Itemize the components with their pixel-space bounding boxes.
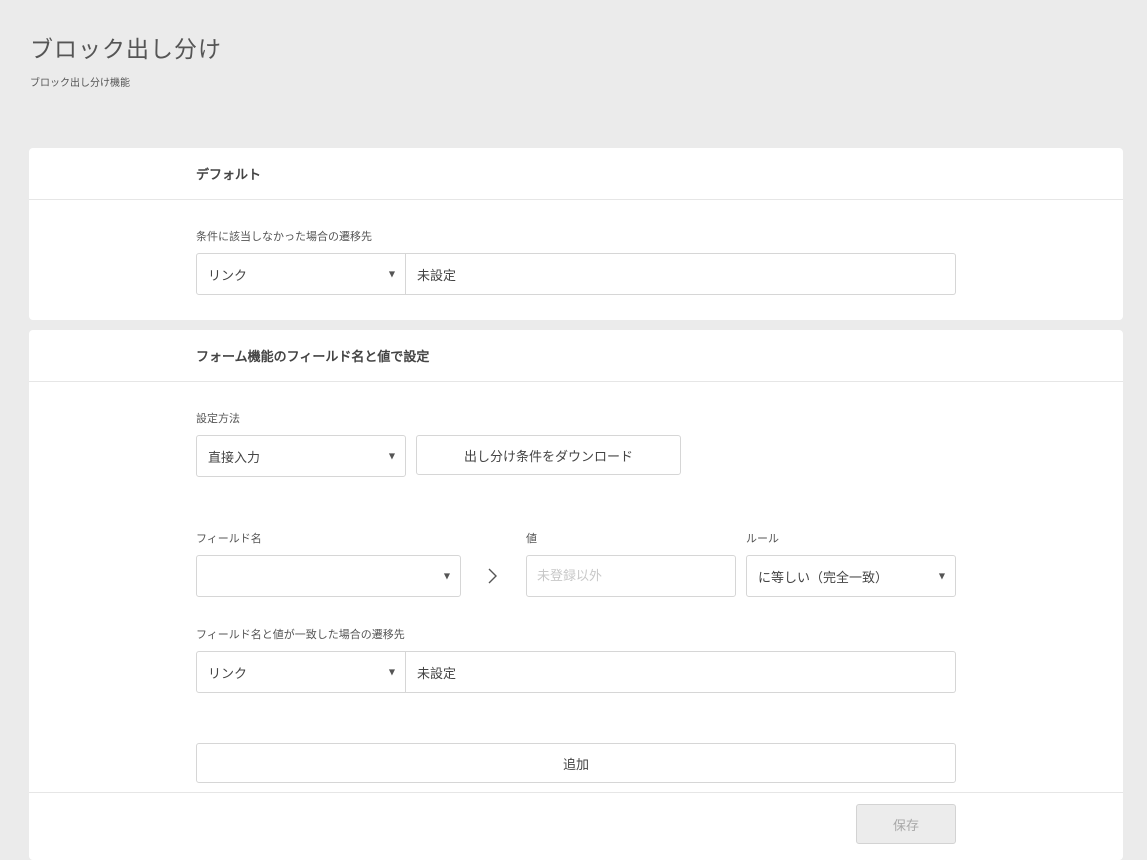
method-select[interactable]: 直接入力 ▼ [196,435,406,477]
default-link-value: 未設定 [417,268,457,284]
footer-divider [29,792,1123,793]
match-link-value-field[interactable]: 未設定 [406,651,956,693]
save-button[interactable]: 保存 [856,804,956,844]
match-destination-label: フィールド名と値が一致した場合の遷移先 [196,628,405,641]
method-value: 直接入力 [208,450,261,466]
page-title: ブロック出し分け [30,37,222,63]
default-link-type-value: リンク [208,268,248,284]
match-link-value: 未設定 [417,666,457,682]
field-name-label: フィールド名 [196,532,262,545]
default-card: デフォルト 条件に該当しなかった場合の遷移先 リンク ▼ 未設定 [29,148,1123,320]
match-link-type-select[interactable]: リンク ▼ [196,651,406,693]
default-card-title: デフォルト [196,168,262,183]
form-card-header: フォーム機能のフィールド名と値で設定 [29,330,1123,382]
rule-select[interactable]: に等しい（完全一致） ▼ [746,555,956,597]
form-condition-card: フォーム機能のフィールド名と値で設定 設定方法 直接入力 ▼ 出し分け条件をダウ… [29,330,1123,860]
caret-down-icon: ▼ [388,667,395,677]
default-link-type-select[interactable]: リンク ▼ [196,253,406,295]
caret-down-icon: ▼ [938,571,945,581]
default-link-value-field[interactable]: 未設定 [406,253,956,295]
download-conditions-button[interactable]: 出し分け条件をダウンロード [416,435,681,475]
chevron-right-icon [488,568,497,584]
page-header: ブロック出し分け ブロック出し分け機能 [30,30,222,89]
caret-down-icon: ▼ [388,451,395,461]
value-input[interactable] [526,555,736,597]
value-label: 値 [526,532,537,545]
add-condition-button[interactable]: 追加 [196,743,956,783]
rule-label: ルール [746,532,779,545]
default-card-header: デフォルト [29,148,1123,200]
field-name-select[interactable]: ▼ [196,555,461,597]
page-subtitle: ブロック出し分け機能 [30,78,130,89]
method-label: 設定方法 [196,412,240,425]
caret-down-icon: ▼ [443,571,450,581]
match-link-type-value: リンク [208,666,248,682]
form-card-title: フォーム機能のフィールド名と値で設定 [196,350,430,365]
default-destination-label: 条件に該当しなかった場合の遷移先 [196,230,372,243]
caret-down-icon: ▼ [388,269,395,279]
rule-value: に等しい（完全一致） [758,570,889,586]
